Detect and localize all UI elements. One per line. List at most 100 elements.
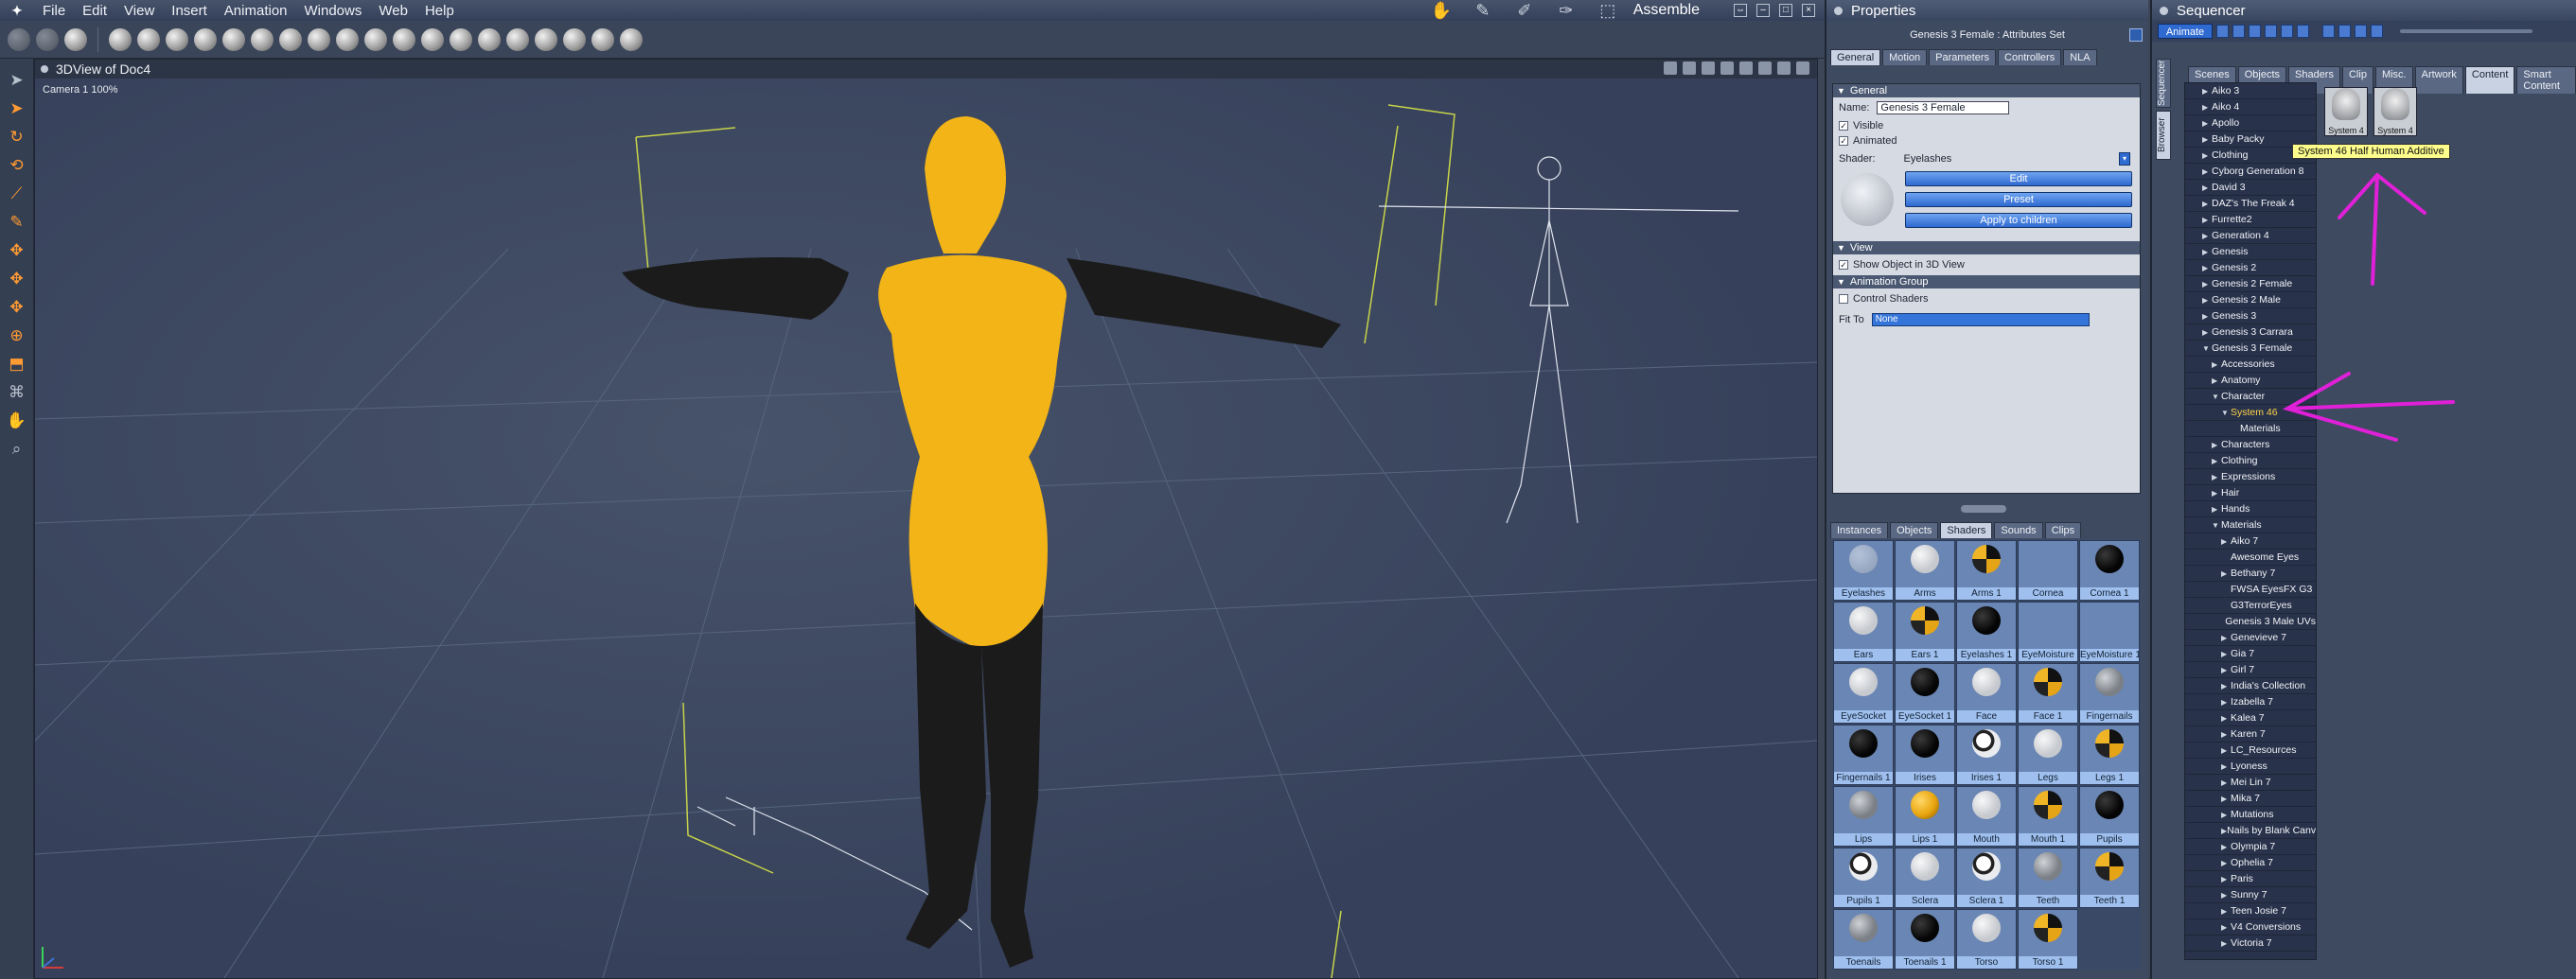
shader-swatch[interactable]: Teeth [2018,848,2078,908]
navigation-icon[interactable] [2129,28,2143,42]
shader-swatch[interactable]: Face 1 [2018,663,2078,724]
room-model-icon[interactable]: ✎ [1467,1,1499,20]
tree-item[interactable]: ▶ Victoria 7 [2185,935,2316,952]
shader-swatch[interactable]: Lips [1833,786,1894,847]
expanded-arrow-icon[interactable]: ▼ [2202,344,2212,353]
collapsed-arrow-icon[interactable]: ▶ [2202,280,2212,288]
tab-artwork[interactable]: Artwork [2414,66,2463,94]
tab-smart-content[interactable]: Smart Content [2516,66,2576,94]
collapsed-arrow-icon[interactable]: ▶ [2221,682,2231,691]
tree-item[interactable]: ▶ Accessories [2185,357,2316,373]
collapsed-arrow-icon[interactable]: ▶ [2221,778,2231,787]
tab-sounds[interactable]: Sounds [1994,522,2043,538]
key-next-icon[interactable] [2371,25,2383,38]
room-texture-icon[interactable]: ✑ [1550,1,1582,20]
working-box-icon[interactable] [1758,61,1772,75]
tab-nla[interactable]: NLA [2063,49,2097,65]
collapsed-arrow-icon[interactable]: ▶ [2221,746,2231,755]
collapsed-arrow-icon[interactable]: ▶ [2221,891,2231,900]
tree-item[interactable]: ▶ Furrette2 [2185,212,2316,228]
move-arrow-icon[interactable]: ➤ [5,96,29,121]
tree-item[interactable]: ▶ Nails by Blank Canvas [2185,823,2316,839]
tree-item[interactable]: ▶ Genesis [2185,244,2316,260]
collapsed-arrow-icon[interactable]: ▶ [2221,666,2231,674]
collapsed-arrow-icon[interactable]: ▶ [2221,907,2231,916]
tree-item[interactable]: ▶ V4 Conversions [2185,919,2316,935]
tab-shaders[interactable]: Shaders [1940,522,1993,538]
camera-tool-icon[interactable]: ⌘ [5,380,29,405]
shader-swatch[interactable]: Ears [1833,602,1894,662]
tree-item[interactable]: ▶ India's Collection [2185,678,2316,694]
shader-swatch[interactable]: Eyelashes 1 [1956,602,2017,662]
shader-swatch[interactable]: Irises 1 [1956,725,2017,785]
zoom-icon[interactable]: ⌕ [5,437,29,462]
move-xy-icon[interactable]: ✥ [5,238,29,263]
menu-insert[interactable]: Insert [163,3,216,19]
step-forward-icon[interactable] [2281,25,2293,38]
shader-swatch[interactable]: Fingernails 1 [1833,725,1894,785]
tree-item[interactable]: ▶ Expressions [2185,469,2316,485]
visible-checkbox[interactable]: ✓ [1839,121,1848,131]
brush-icon[interactable] [8,27,30,51]
collapsed-arrow-icon[interactable]: ▶ [2221,843,2231,851]
menu-web[interactable]: Web [370,3,416,19]
panel-menu-icon[interactable] [1834,6,1843,15]
shader-swatch[interactable]: EyeSocket [1833,663,1894,724]
shader-swatch[interactable]: Sclera [1895,848,1955,908]
menu-edit[interactable]: Edit [74,3,115,19]
tree-item[interactable]: ▶ DAZ's The Freak 4 [2185,196,2316,212]
shader-swatch[interactable]: Mouth 1 [2018,786,2078,847]
view-group-header[interactable]: ▼ View [1833,241,2140,254]
camera-icon[interactable] [279,27,302,51]
shader-swatch[interactable]: EyeMoisture 1 [2079,602,2140,662]
tree-item[interactable]: ▶ Ophelia 7 [2185,855,2316,871]
tab-parameters[interactable]: Parameters [1929,49,1997,65]
tab-browser[interactable]: Browser [2156,111,2171,160]
collapsed-arrow-icon[interactable]: ▶ [2202,248,2212,256]
layout-single-icon[interactable] [1702,61,1715,75]
tree-item[interactable]: Awesome Eyes [2185,550,2316,566]
shader-swatch[interactable]: Torso [1956,909,2017,970]
tree-item[interactable]: ▶ David 3 [2185,180,2316,196]
tab-clips[interactable]: Clips [2044,522,2082,538]
cylinder-icon[interactable] [137,27,160,51]
room-storyboard-icon[interactable]: ✐ [1509,1,1541,20]
rotate-icon[interactable]: ↻ [5,125,29,149]
shader-swatch[interactable]: Torso 1 [2018,909,2078,970]
collapsed-arrow-icon[interactable]: ▶ [2221,634,2231,642]
tab-controllers[interactable]: Controllers [1998,49,2062,65]
tree-item[interactable]: ▶ Mika 7 [2185,791,2316,807]
collapsed-arrow-icon[interactable]: ▶ [2202,87,2212,96]
collapsed-arrow-icon[interactable]: ▶ [2202,264,2212,272]
shader-swatch[interactable]: Legs 1 [2079,725,2140,785]
collapsed-arrow-icon[interactable]: ▶ [2221,859,2231,867]
vertex-object-icon[interactable] [222,27,245,51]
shader-swatch[interactable]: Eyelashes [1833,540,1894,601]
tab-general[interactable]: General [1830,49,1881,65]
tab-sequencer[interactable]: Sequencer [2156,59,2171,108]
tree-item[interactable]: ▶ Hair [2185,485,2316,501]
house-icon[interactable] [450,27,472,51]
tree-item[interactable]: ▶ Mutations [2185,807,2316,823]
text-object-icon[interactable] [251,27,273,51]
tree-item[interactable]: ▶ Apollo [2185,115,2316,131]
shader-swatch[interactable]: Toenails [1833,909,1894,970]
group-icon[interactable] [563,27,586,51]
collapsed-arrow-icon[interactable]: ▶ [2221,569,2231,578]
tree-item[interactable]: Genesis 3 Male UVs [2185,614,2316,630]
collapsed-arrow-icon[interactable]: ▶ [2221,762,2231,771]
viewport-canvas[interactable]: Camera 1 100% [35,79,1817,978]
panel-splitter[interactable] [1961,505,2006,513]
viewport-menu-icon[interactable] [41,65,48,73]
key-prev-icon[interactable] [2338,25,2351,38]
shader-swatch[interactable]: Face [1956,663,2017,724]
shader-swatch[interactable]: Pupils [2079,786,2140,847]
control-shaders-checkbox[interactable] [1839,294,1848,304]
collapsed-arrow-icon[interactable]: ▶ [2202,216,2212,224]
shader-swatch[interactable]: Teeth 1 [2079,848,2140,908]
collapsed-arrow-icon[interactable]: ▶ [2212,376,2221,385]
shader-swatch[interactable]: Fingernails [2079,663,2140,724]
light-preview-icon[interactable] [1796,61,1809,75]
tree-item[interactable]: ▶ Izabella 7 [2185,694,2316,710]
play-icon[interactable] [2265,25,2277,38]
